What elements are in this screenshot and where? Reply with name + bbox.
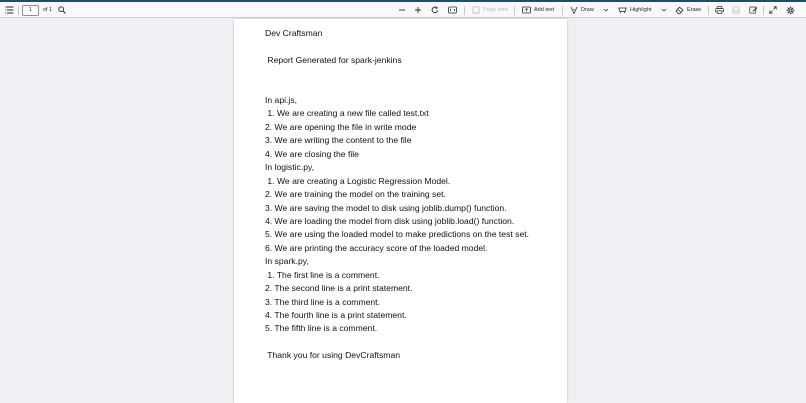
zoom-out-button[interactable] (398, 2, 406, 18)
highlighter-icon (618, 6, 627, 14)
toolbar-separator (562, 6, 563, 15)
printer-icon (715, 6, 724, 14)
draw-button[interactable]: Draw (570, 2, 594, 18)
sidebar-toggle-icon (5, 6, 14, 14)
edit-pdf-button[interactable] (749, 2, 758, 18)
document-line: 4. We are closing the file (265, 149, 359, 159)
toolbar-separator (464, 6, 465, 15)
page-number-input[interactable]: 1 (22, 4, 39, 16)
page-view-button[interactable]: Page view (472, 2, 508, 18)
chevron-down-icon (603, 7, 609, 13)
chevron-down-icon (661, 7, 667, 13)
document-line: 3. We are writing the content to the fil… (265, 135, 412, 145)
page-view-label: Page view (483, 7, 509, 13)
document-line: 1. The first line is a comment. (265, 270, 380, 280)
plus-icon (414, 6, 422, 14)
document-line: 4. The fourth line is a print statement. (265, 310, 407, 320)
document-line: 3. We are saving the model to disk using… (265, 203, 507, 213)
draw-label: Draw (581, 7, 594, 13)
find-button[interactable] (58, 2, 66, 18)
sidebar-toggle-button[interactable] (5, 2, 14, 18)
document-line: In spark.py, (265, 256, 309, 266)
search-icon (58, 6, 66, 14)
erase-button[interactable]: Erase (675, 2, 701, 18)
document-line: 4. We are loading the model from disk us… (265, 216, 515, 226)
document-line: Thank you for using DevCraftsman (265, 350, 401, 360)
pdf-toolbar: 1 of 1 Page view Add text Draw Highlight… (0, 2, 806, 18)
edit-document-icon (749, 6, 758, 14)
document-line: 2. We are opening the file in write mode (265, 122, 417, 132)
zoom-in-button[interactable] (414, 2, 422, 18)
document-line: 2. We are training the model on the trai… (265, 189, 446, 199)
minus-icon (398, 6, 406, 14)
document-line: 5. The fifth line is a comment. (265, 323, 378, 333)
document-line: Dev Craftsman (265, 28, 323, 38)
highlight-options-dropdown[interactable] (661, 2, 667, 18)
document-content: Dev Craftsman Report Generated for spark… (265, 0, 529, 360)
toolbar-separator (763, 6, 764, 15)
fit-page-button[interactable] (448, 2, 457, 18)
rotate-button[interactable] (431, 2, 439, 18)
toolbar-separator (708, 6, 709, 15)
document-line: In logistic.py, (265, 162, 315, 172)
eraser-icon (675, 6, 684, 14)
save-icon (732, 6, 740, 14)
document-line: 3. The third line is a comment. (265, 297, 380, 307)
save-button[interactable] (732, 2, 740, 18)
highlight-label: Highlight (630, 7, 652, 13)
fullscreen-button[interactable] (769, 2, 777, 18)
document-line: 5. We are using the loaded model to make… (265, 229, 530, 239)
toolbar-separator (514, 6, 515, 15)
document-line: 1. We are creating a Logistic Regression… (265, 176, 451, 186)
erase-label: Erase (687, 7, 702, 13)
fit-page-icon (448, 6, 457, 14)
add-text-button[interactable]: Add text (522, 2, 554, 18)
toolbar-separator (18, 6, 19, 15)
add-text-icon (522, 6, 531, 14)
document-line: 2. The second line is a print statement. (265, 283, 413, 293)
pen-icon (570, 6, 578, 14)
page-view-icon (472, 6, 480, 14)
draw-options-dropdown[interactable] (603, 2, 609, 18)
expand-icon (769, 6, 777, 14)
document-line: In api.js, (265, 95, 298, 105)
settings-button[interactable] (786, 2, 795, 18)
rotate-icon (431, 6, 439, 14)
print-button[interactable] (715, 2, 724, 18)
document-line: Report Generated for spark-jenkins (265, 55, 402, 65)
highlight-button[interactable]: Highlight (618, 2, 651, 18)
page-count-label: of 1 (43, 7, 53, 13)
gear-icon (786, 6, 795, 15)
document-line: 1. We are creating a new file called tes… (265, 108, 429, 118)
document-line: 6. We are printing the accuracy score of… (265, 243, 488, 253)
add-text-label: Add text (534, 7, 555, 13)
